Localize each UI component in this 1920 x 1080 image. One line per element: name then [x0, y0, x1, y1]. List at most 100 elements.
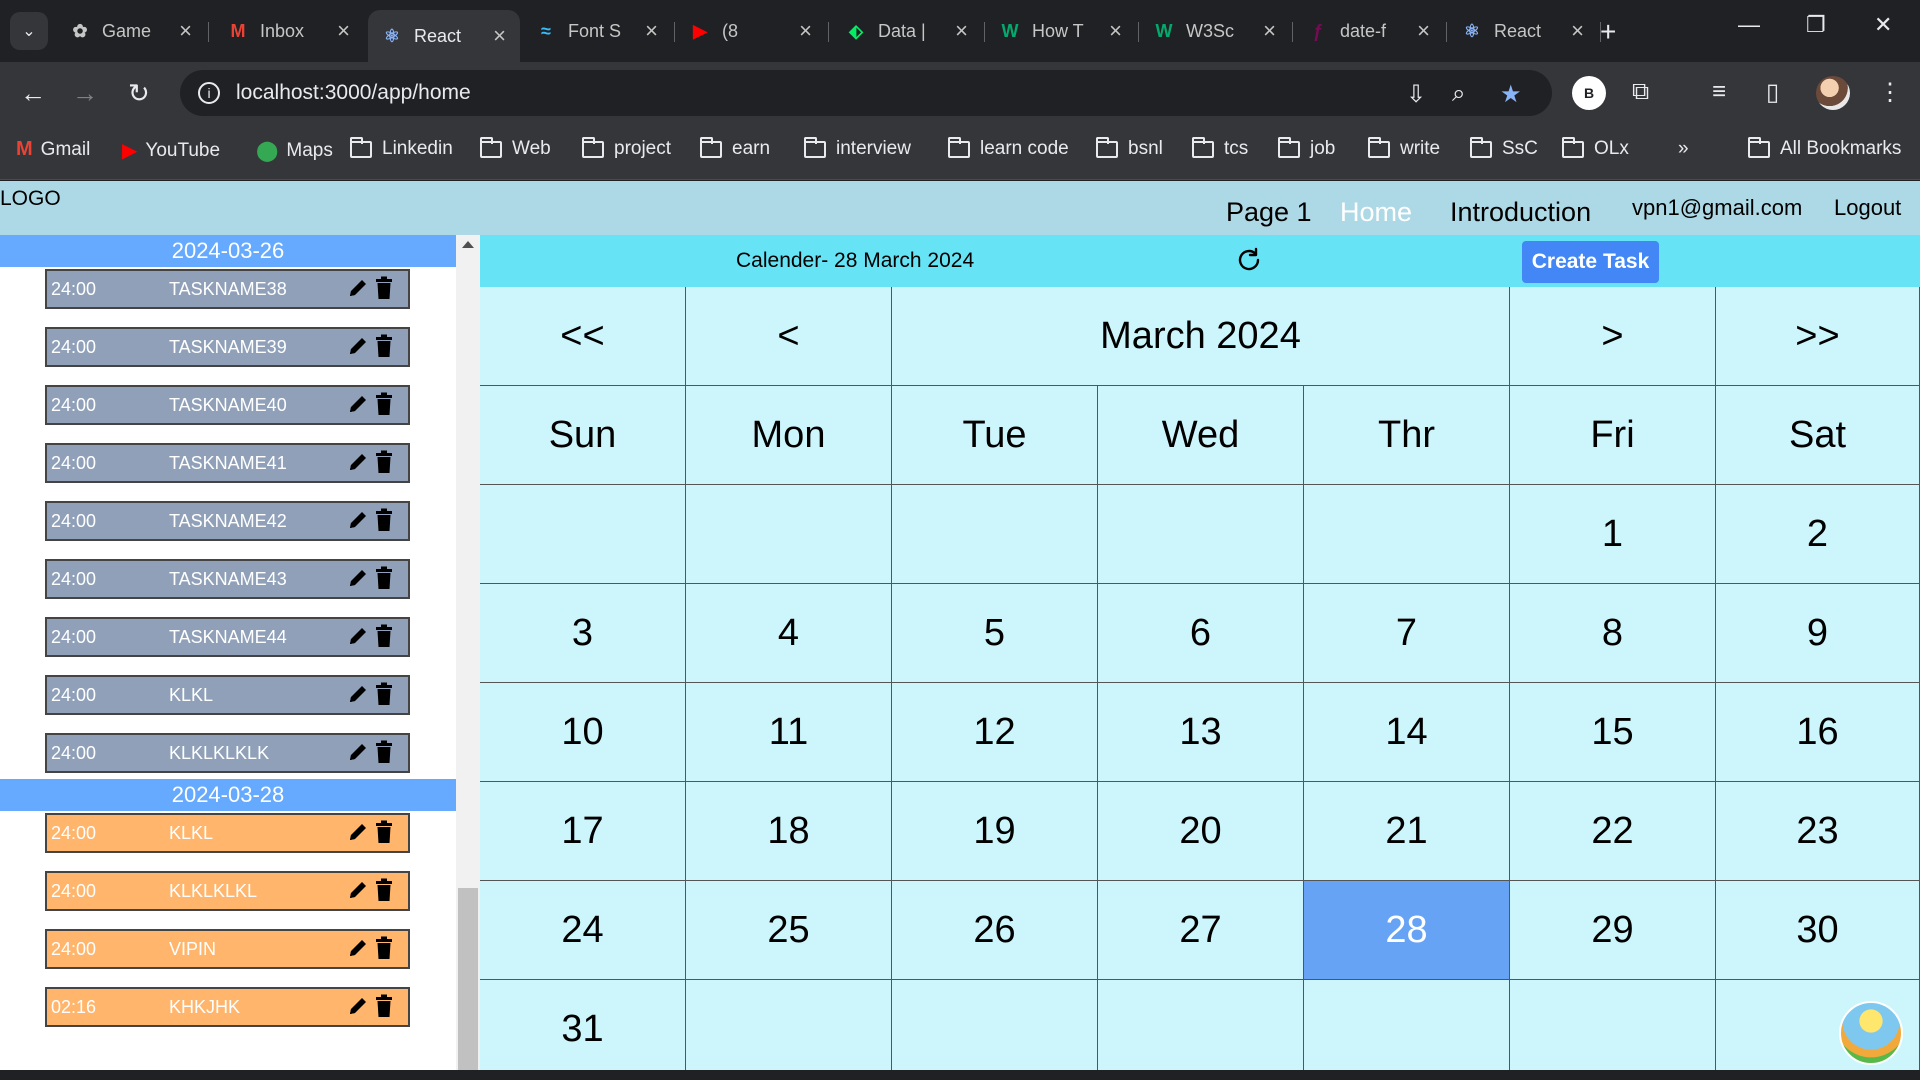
bookmark-olx[interactable]: OLx: [1562, 136, 1629, 160]
calendar-day-cell[interactable]: 21: [1304, 782, 1510, 881]
extensions-icon[interactable]: ⧉: [1632, 78, 1649, 106]
sidebar-scrollbar[interactable]: [456, 235, 480, 1070]
bookmark-earn[interactable]: earn: [700, 136, 770, 160]
calendar-day-cell[interactable]: 22: [1510, 782, 1716, 881]
nav-introduction-link[interactable]: Introduction: [1450, 197, 1591, 228]
task-item[interactable]: 24:00 TASKNAME44: [45, 617, 410, 657]
bookmark-ssc[interactable]: SsC: [1470, 136, 1538, 160]
bookmark-linkedin[interactable]: Linkedin: [350, 136, 453, 160]
edit-pencil-icon[interactable]: [347, 393, 369, 415]
bookmark-web[interactable]: Web: [480, 136, 551, 160]
nav-page1-link[interactable]: Page 1: [1226, 197, 1312, 228]
calendar-day-cell[interactable]: 18: [686, 782, 892, 881]
close-tab-icon[interactable]: ×: [799, 18, 812, 44]
create-task-button[interactable]: Create Task: [1522, 241, 1659, 283]
browser-tab[interactable]: W W3Sc ×: [1140, 10, 1290, 52]
bookmark-learn-code[interactable]: learn code: [948, 136, 1069, 160]
menu-kebab-icon[interactable]: ⋮: [1878, 78, 1902, 107]
bookmark-maps[interactable]: ⬤ Maps: [256, 138, 333, 163]
browser-tab[interactable]: ⬖ Data | ×: [832, 10, 982, 52]
bookmark-bsnl[interactable]: bsnl: [1096, 136, 1163, 160]
task-item[interactable]: 02:16 KHKJHK: [45, 987, 410, 1027]
delete-trash-icon[interactable]: [375, 936, 393, 960]
calendar-day-cell[interactable]: 11: [686, 683, 892, 782]
next-year-button[interactable]: >>: [1716, 287, 1920, 386]
close-tab-icon[interactable]: ×: [1571, 18, 1584, 44]
calendar-day-cell[interactable]: 24: [480, 881, 686, 980]
edit-pencil-icon[interactable]: [347, 625, 369, 647]
delete-trash-icon[interactable]: [375, 566, 393, 590]
calendar-day-cell[interactable]: 7: [1304, 584, 1510, 683]
close-tab-icon[interactable]: ×: [645, 18, 658, 44]
delete-trash-icon[interactable]: [375, 392, 393, 416]
task-item[interactable]: 24:00 TASKNAME40: [45, 385, 410, 425]
logout-link[interactable]: Logout: [1834, 195, 1901, 221]
edit-pencil-icon[interactable]: [347, 741, 369, 763]
bookmark-project[interactable]: project: [582, 136, 671, 160]
prev-year-button[interactable]: <<: [480, 287, 686, 386]
scrollbar-thumb[interactable]: [458, 888, 478, 1070]
task-item[interactable]: 24:00 KLKL: [45, 813, 410, 853]
task-item[interactable]: 24:00 VIPIN: [45, 929, 410, 969]
bookmark-star-icon[interactable]: ★: [1500, 80, 1522, 109]
delete-trash-icon[interactable]: [375, 740, 393, 764]
calendar-day-cell[interactable]: 1: [1510, 485, 1716, 584]
calendar-day-cell[interactable]: 12: [892, 683, 1098, 782]
close-window-icon[interactable]: ✕: [1874, 12, 1892, 38]
edit-pencil-icon[interactable]: [347, 995, 369, 1017]
floating-assistant-icon[interactable]: [1839, 1001, 1903, 1065]
media-control-icon[interactable]: ≡: [1712, 78, 1726, 106]
calendar-day-cell[interactable]: 14: [1304, 683, 1510, 782]
bookmark-youtube[interactable]: ▶ YouTube: [122, 138, 220, 163]
close-tab-icon[interactable]: ×: [1417, 18, 1430, 44]
calendar-day-cell[interactable]: 29: [1510, 881, 1716, 980]
zoom-icon[interactable]: ⌕: [1452, 80, 1465, 108]
edit-pencil-icon[interactable]: [347, 277, 369, 299]
forward-button[interactable]: →: [72, 78, 98, 109]
task-item[interactable]: 24:00 TASKNAME39: [45, 327, 410, 367]
edit-pencil-icon[interactable]: [347, 509, 369, 531]
task-item[interactable]: 24:00 TASKNAME42: [45, 501, 410, 541]
refresh-icon[interactable]: [1234, 245, 1264, 275]
edit-pencil-icon[interactable]: [347, 567, 369, 589]
browser-tab[interactable]: W How T ×: [986, 10, 1136, 52]
profile-b-button[interactable]: B: [1572, 76, 1606, 110]
calendar-day-cell[interactable]: 16: [1716, 683, 1920, 782]
more-bookmarks-icon[interactable]: »: [1678, 138, 1689, 160]
side-panel-icon[interactable]: ▯: [1766, 78, 1779, 107]
calendar-day-cell[interactable]: 19: [892, 782, 1098, 881]
nav-home-link[interactable]: Home: [1340, 197, 1412, 228]
calendar-day-cell[interactable]: 20: [1098, 782, 1304, 881]
task-item[interactable]: 24:00 KLKLKLKL: [45, 871, 410, 911]
calendar-day-cell[interactable]: 4: [686, 584, 892, 683]
url-text[interactable]: localhost:3000/app/home: [236, 81, 471, 105]
calendar-day-cell[interactable]: 31: [480, 980, 686, 1079]
tab-search-button[interactable]: ⌄: [10, 12, 48, 50]
delete-trash-icon[interactable]: [375, 820, 393, 844]
calendar-day-cell[interactable]: 10: [480, 683, 686, 782]
edit-pencil-icon[interactable]: [347, 335, 369, 357]
close-tab-icon[interactable]: ×: [337, 18, 350, 44]
calendar-day-cell[interactable]: 15: [1510, 683, 1716, 782]
minimize-icon[interactable]: —: [1738, 12, 1760, 38]
task-item[interactable]: 24:00 TASKNAME41: [45, 443, 410, 483]
new-tab-button[interactable]: +: [1600, 16, 1616, 48]
all-bookmarks-button[interactable]: All Bookmarks: [1748, 136, 1901, 160]
browser-tab[interactable]: M Inbox ×: [214, 10, 364, 52]
browser-tab[interactable]: ▶ (8 ×: [676, 10, 826, 52]
calendar-day-cell[interactable]: 13: [1098, 683, 1304, 782]
delete-trash-icon[interactable]: [375, 508, 393, 532]
bookmark-gmail[interactable]: M Gmail: [16, 138, 90, 161]
calendar-day-cell[interactable]: 6: [1098, 584, 1304, 683]
calendar-day-cell[interactable]: 23: [1716, 782, 1920, 881]
delete-trash-icon[interactable]: [375, 624, 393, 648]
edit-pencil-icon[interactable]: [347, 879, 369, 901]
calendar-day-cell[interactable]: 17: [480, 782, 686, 881]
browser-tab[interactable]: ⚛ React ×: [1448, 10, 1598, 52]
calendar-day-cell[interactable]: 25: [686, 881, 892, 980]
site-info-icon[interactable]: i: [198, 82, 220, 104]
scroll-up-arrow-icon[interactable]: [462, 241, 474, 248]
calendar-day-cell[interactable]: 8: [1510, 584, 1716, 683]
edit-pencil-icon[interactable]: [347, 821, 369, 843]
close-tab-icon[interactable]: ×: [955, 18, 968, 44]
